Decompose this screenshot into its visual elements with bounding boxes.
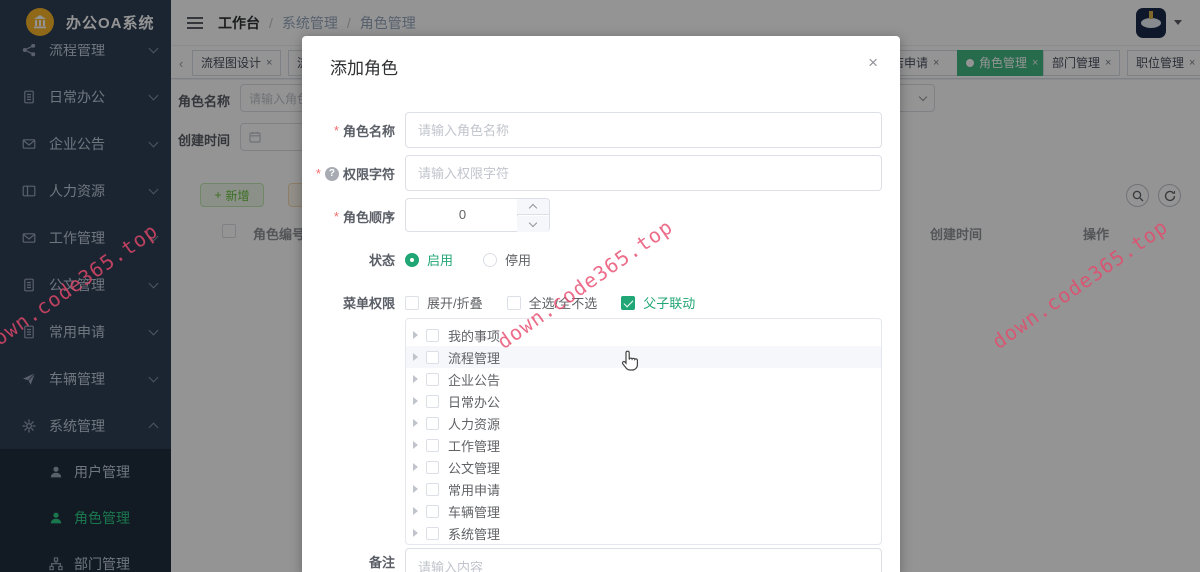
radio-dot-icon	[483, 252, 498, 267]
role-order-value[interactable]: 0	[406, 199, 519, 231]
caret-right-icon[interactable]	[413, 485, 418, 493]
remark-label: 备注	[368, 555, 395, 570]
checkbox-icon	[506, 295, 521, 310]
tree-checkbox[interactable]	[426, 372, 439, 386]
tree-item-common-apply[interactable]: 常用申请	[406, 478, 881, 500]
tree-checkbox[interactable]	[426, 328, 439, 342]
status-enabled-radio[interactable]: 启用	[405, 250, 453, 269]
tree-item-process[interactable]: 流程管理	[406, 346, 881, 368]
tree-item-announcement[interactable]: 企业公告	[406, 368, 881, 390]
caret-right-icon[interactable]	[413, 375, 418, 383]
stepper-up-button[interactable]	[517, 199, 549, 215]
menu-perm-label: 菜单权限	[342, 296, 395, 311]
help-icon: ?	[324, 166, 339, 181]
tree-item-official-doc[interactable]: 公文管理	[406, 456, 881, 478]
tree-item-vehicle[interactable]: 车辆管理	[406, 500, 881, 522]
caret-right-icon[interactable]	[413, 331, 418, 339]
caret-right-icon[interactable]	[413, 353, 418, 361]
tree-item-daily-office[interactable]: 日常办公	[406, 390, 881, 412]
status-radio-group: 启用 停用	[405, 250, 531, 269]
select-all-checkbox[interactable]: 全选/全不选	[506, 293, 597, 312]
checkbox-icon	[405, 295, 419, 310]
remark-textarea[interactable]	[405, 548, 882, 572]
tree-item-hr[interactable]: 人力资源	[406, 412, 881, 434]
caret-right-icon[interactable]	[413, 419, 418, 427]
tree-item-work[interactable]: 工作管理	[406, 434, 881, 456]
tree-checkbox[interactable]	[426, 460, 439, 474]
menu-perm-options: 展开/折叠 全选/全不选 父子联动	[405, 293, 695, 312]
caret-right-icon[interactable]	[413, 397, 418, 405]
caret-right-icon[interactable]	[413, 507, 418, 515]
role-order-stepper: 0	[405, 198, 550, 232]
role-name-label: * 角色名称	[333, 123, 395, 139]
tree-checkbox[interactable]	[426, 438, 439, 452]
parent-child-linkage-checkbox[interactable]: 父子联动	[621, 293, 695, 312]
dialog-title: 添加角色	[330, 59, 398, 78]
tree-item-system[interactable]: 系统管理	[406, 522, 881, 544]
tree-checkbox[interactable]	[426, 394, 439, 408]
stepper-down-button[interactable]	[517, 216, 549, 232]
tree-checkbox[interactable]	[426, 504, 439, 518]
menu-permission-tree: 我的事项 流程管理 企业公告 日常办公 人力资源 工作管理 公文管理 常用申请 …	[405, 318, 882, 545]
oa-app: 流程管理 日常办公 企业公告 人力资源 工作管理 公文管理 常用申请 车辆管理 …	[0, 0, 1200, 572]
tree-checkbox[interactable]	[426, 416, 439, 430]
role-name-input[interactable]	[405, 112, 882, 148]
dialog-close-icon[interactable]: ×	[868, 54, 878, 71]
perm-char-input[interactable]	[405, 155, 882, 191]
perm-char-label: * ? 权限字符	[315, 166, 395, 182]
status-disabled-radio[interactable]: 停用	[483, 250, 531, 269]
caret-right-icon[interactable]	[413, 463, 418, 471]
tree-checkbox[interactable]	[426, 350, 439, 364]
tree-item-my-matters[interactable]: 我的事项	[406, 324, 881, 346]
checkbox-checked-icon	[621, 295, 636, 310]
status-label: 状态	[368, 253, 395, 268]
tree-checkbox[interactable]	[426, 526, 439, 540]
role-order-label: * 角色顺序	[333, 209, 395, 225]
expand-collapse-checkbox[interactable]: 展开/折叠	[405, 293, 483, 312]
tree-checkbox[interactable]	[426, 482, 439, 496]
caret-right-icon[interactable]	[413, 441, 418, 449]
radio-dot-icon	[405, 252, 419, 267]
caret-right-icon[interactable]	[413, 529, 418, 537]
add-role-dialog: 添加角色 × *角色名称 * ? 权限字符 *角色顺序 0 状态	[302, 36, 900, 572]
